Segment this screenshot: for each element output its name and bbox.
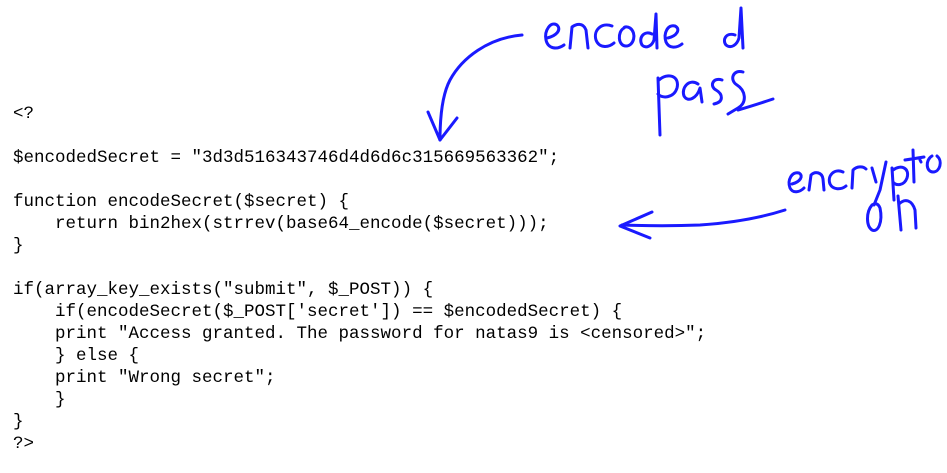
handwriting-encryption: [787, 148, 942, 232]
handwriting-encoded-pass: [544, 6, 775, 137]
arrow-to-encode-function: [618, 208, 787, 240]
arrow-to-encoded-secret: [426, 33, 524, 142]
handwritten-annotations: [426, 6, 942, 240]
